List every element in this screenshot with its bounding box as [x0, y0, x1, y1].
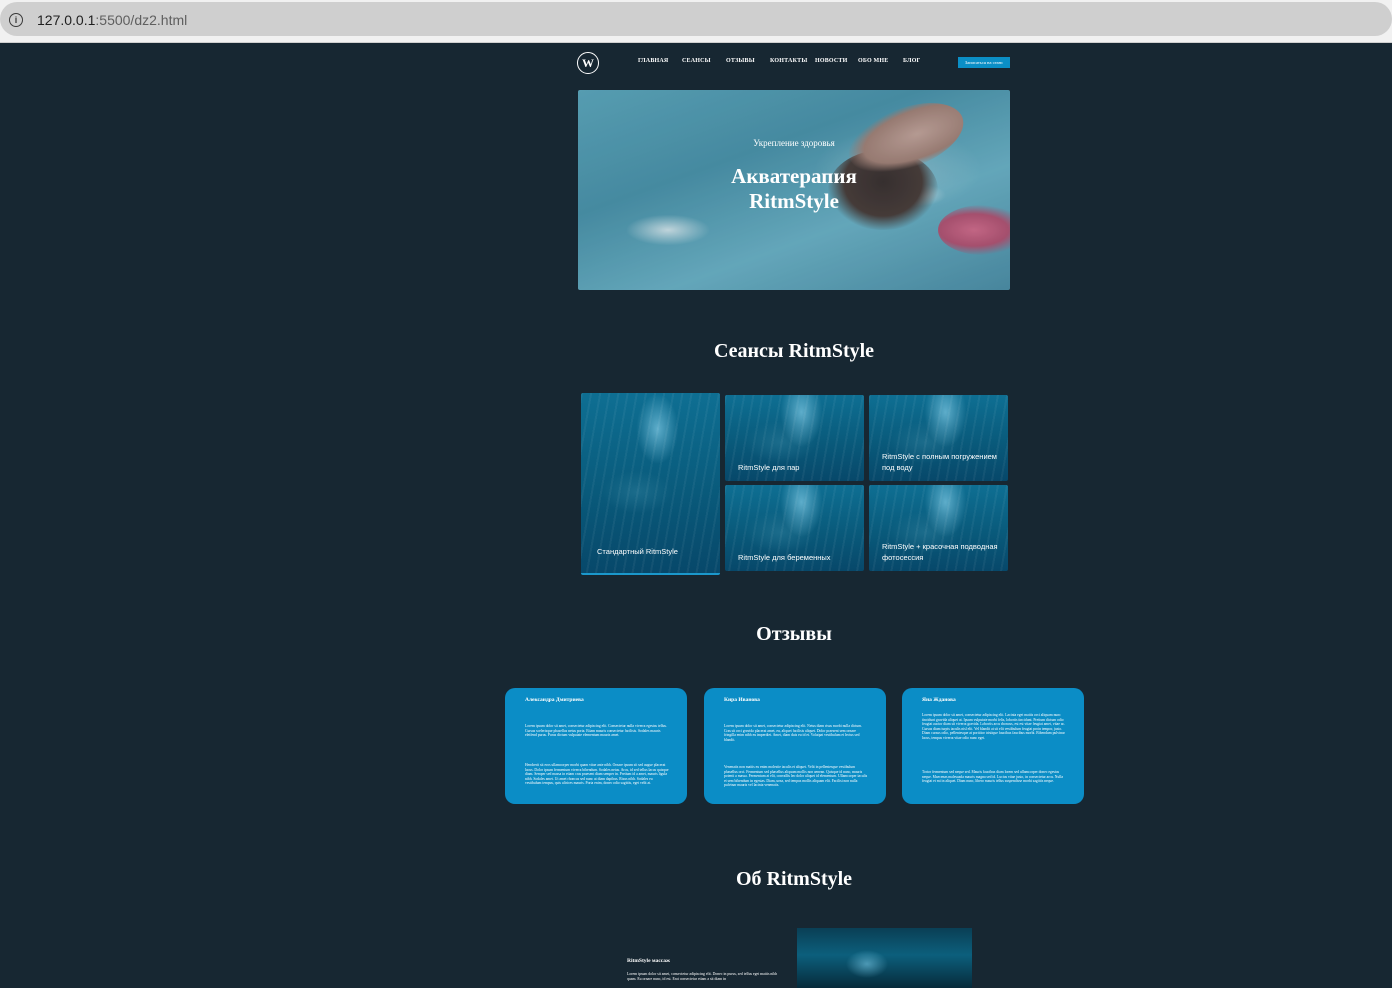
- about-text: Lorem ipsum dolor sit amet, consectetur …: [627, 972, 778, 981]
- review-text: Tortor fermentum sed neque sed. Mauris f…: [922, 770, 1063, 784]
- session-card-pregnant[interactable]: RitmStyle для беременных: [725, 485, 864, 571]
- session-card-label: RitmStyle с полным погружением под воду: [882, 452, 997, 472]
- url-text[interactable]: 127.0.0.1:5500/dz2.html: [37, 12, 187, 28]
- address-bar[interactable]: i 127.0.0.1:5500/dz2.html: [0, 2, 1392, 36]
- hero-banner: Укрепление здоровья Акватерапия RitmStyl…: [578, 90, 1010, 290]
- session-card-full-immersion[interactable]: RitmStyle с полным погружением под воду: [869, 395, 1008, 481]
- session-card-standard[interactable]: Стандартный RitmStyle: [581, 393, 720, 575]
- hero-title-line2: RitmStyle: [749, 189, 839, 213]
- about-title: Об RitmStyle: [735, 868, 853, 890]
- nav-item-news[interactable]: НОВОСТИ: [815, 58, 847, 64]
- about-photo: [797, 928, 972, 988]
- nav-item-about-me[interactable]: ОБО МНЕ: [858, 58, 889, 64]
- nav-item-blog[interactable]: БЛОГ: [903, 58, 921, 64]
- hero-title-line1: Акватерапия: [731, 164, 857, 188]
- about-heading: RitmStyle массаж: [627, 958, 671, 964]
- hero-title: Акватерапия RitmStyle: [578, 164, 1010, 214]
- session-card-label: RitmStyle для беременных: [738, 553, 831, 562]
- review-text: Hendrerit sit eros ullamcorper morbi qua…: [525, 763, 669, 786]
- url-host: 127.0.0.1: [37, 12, 96, 28]
- review-text: Lorem ipsum dolor sit amet, consectetur …: [525, 724, 667, 738]
- review-author: Кира Иванова: [724, 697, 760, 703]
- review-card: Александра Дмитриева Lorem ipsum dolor s…: [505, 688, 687, 804]
- review-text: Lorem ipsum dolor sit amet, consectetur …: [922, 713, 1066, 740]
- browser-toolbar: i 127.0.0.1:5500/dz2.html: [0, 0, 1392, 43]
- reviews-title: Отзывы: [756, 623, 832, 645]
- session-card-label: RitmStyle + красочная подводная фотосесс…: [882, 542, 998, 562]
- session-card-label: Стандартный RitmStyle: [597, 547, 678, 556]
- review-text: Lorem ipsum dolor sit amet, consectetur …: [724, 724, 863, 742]
- nav-item-reviews[interactable]: ОТЗЫВЫ: [726, 58, 755, 64]
- nav-item-contacts[interactable]: КОНТАКТЫ: [770, 58, 807, 64]
- sessions-title: Сеансы RitmStyle: [713, 340, 875, 362]
- book-session-button[interactable]: Записаться на сеанс: [958, 57, 1010, 68]
- nav-item-home[interactable]: ГЛАВНАЯ: [638, 58, 668, 64]
- session-card-label: RitmStyle для пар: [738, 463, 800, 472]
- review-card: Кира Иванова Lorem ipsum dolor sit amet,…: [704, 688, 886, 804]
- review-text: Venenatis non mattis eu enim molestie ia…: [724, 765, 868, 788]
- url-path: :5500/dz2.html: [95, 12, 188, 28]
- review-author: Александра Дмитриева: [525, 697, 584, 703]
- session-card-couples[interactable]: RitmStyle для пар: [725, 395, 864, 481]
- site-info-icon[interactable]: i: [9, 13, 23, 27]
- hero-subtitle: Укрепление здоровья: [753, 138, 835, 148]
- nav-item-sessions[interactable]: СЕАНСЫ: [682, 58, 711, 64]
- logo-icon[interactable]: W: [577, 52, 599, 74]
- review-author: Яна Жданова: [922, 697, 956, 703]
- review-card: Яна Жданова Lorem ipsum dolor sit amet, …: [902, 688, 1084, 804]
- session-card-photoshoot[interactable]: RitmStyle + красочная подводная фотосесс…: [869, 485, 1008, 571]
